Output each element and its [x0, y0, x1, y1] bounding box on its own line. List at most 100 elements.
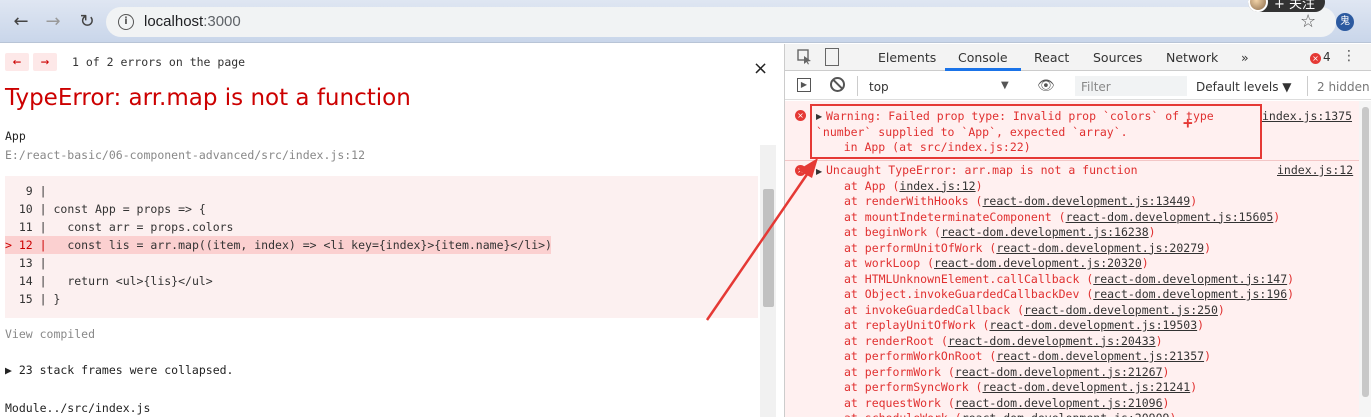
stack-frame-paren: ): [1204, 240, 1211, 255]
bookmark-star-icon[interactable]: ☆: [1300, 11, 1316, 32]
stack-frame: at requestWork (react-dom.development.js…: [844, 396, 1169, 412]
error-count-badge[interactable]: × 4: [1310, 50, 1331, 64]
stack-frame: at beginWork (react-dom.development.js:1…: [844, 225, 1156, 241]
code-line: 14 | return <ul>{lis}</ul>: [5, 272, 551, 290]
code-frame: 9 | 10 | const App = props => { 11 | con…: [5, 176, 758, 318]
file-path[interactable]: E:/react-basic/06-component-advanced/src…: [5, 148, 365, 162]
divider: [1307, 76, 1308, 96]
stack-frame-link[interactable]: react-dom.development.js:13449: [982, 194, 1190, 208]
stack-frame: at invokeGuardedCallback (react-dom.deve…: [844, 303, 1225, 319]
extension-icon[interactable]: 鬼: [1336, 13, 1354, 31]
stack-frame: at performUnitOfWork (react-dom.developm…: [844, 241, 1211, 257]
stack-frame-link[interactable]: react-dom.development.js:16238: [941, 225, 1149, 239]
stack-frame-link[interactable]: react-dom.development.js:20320: [934, 256, 1142, 270]
annotation-highlight-box: [810, 104, 1262, 159]
prev-error-button[interactable]: ←: [5, 53, 29, 71]
forward-icon[interactable]: →: [42, 11, 64, 33]
live-expression-eye-icon[interactable]: 👁: [1037, 78, 1055, 94]
url-port: :3000: [203, 13, 241, 30]
stack-frame-fn: at replayUnitOfWork: [844, 318, 976, 332]
follow-badge[interactable]: + 关注: [1248, 0, 1326, 12]
overlay-scroll-thumb[interactable]: [763, 189, 774, 307]
url-text[interactable]: localhost:3000: [144, 13, 241, 30]
tab-network[interactable]: Network: [1166, 50, 1218, 65]
line-number: 14 |: [5, 274, 47, 288]
inspect-icon[interactable]: [797, 49, 813, 65]
url-host: localhost: [144, 13, 204, 30]
tab-react[interactable]: React: [1034, 50, 1069, 65]
stack-frame-link[interactable]: react-dom.development.js:20279: [996, 241, 1204, 255]
filter-placeholder: Filter: [1081, 80, 1111, 94]
stack-frame-paren: ): [1273, 209, 1281, 224]
stack-frame: at performSyncWork (react-dom.developmen…: [844, 380, 1197, 396]
stack-frame-fn: at workLoop: [844, 256, 921, 270]
stack-frame-paren: (: [1079, 287, 1094, 301]
more-tabs-icon[interactable]: »: [1241, 50, 1249, 65]
stack-frame-paren: (: [968, 380, 983, 394]
tab-sources[interactable]: Sources: [1093, 50, 1142, 65]
clear-console-icon[interactable]: [830, 77, 845, 92]
sidebar-toggle-icon[interactable]: ▶: [797, 78, 811, 92]
stack-frame: at performWork (react-dom.development.js…: [844, 365, 1169, 381]
stack-frame: at App (index.js:12): [844, 179, 983, 195]
log-levels-select[interactable]: Default levels ▼: [1196, 80, 1292, 94]
stack-frame-paren: ): [1197, 318, 1205, 332]
back-icon[interactable]: ←: [10, 11, 32, 33]
stack-frame-link[interactable]: react-dom.development.js:250: [1024, 303, 1218, 317]
reload-icon[interactable]: ↻: [76, 11, 98, 33]
address-bar[interactable]: i localhost:3000: [106, 7, 1336, 37]
stack-frame-link[interactable]: react-dom.development.js:21096: [955, 396, 1163, 410]
module-name: Module../src/index.js: [5, 401, 151, 415]
log-separator: [785, 160, 1371, 161]
stack-frame-link[interactable]: react-dom.development.js:21267: [955, 365, 1163, 379]
device-toolbar-icon[interactable]: [825, 48, 839, 66]
line-number: 15 |: [5, 292, 47, 306]
tab-elements[interactable]: Elements: [878, 50, 936, 65]
stack-frame-link[interactable]: react-dom.development.js:196: [1093, 287, 1287, 301]
error-icon: ×: [795, 110, 806, 121]
stack-frame-fn: at renderRoot: [844, 333, 935, 348]
stack-frame-paren: (: [948, 411, 962, 417]
stack-frame-link[interactable]: react-dom.development.js:21241: [982, 380, 1190, 394]
stack-frame: at mountIndeterminateComponent (react-do…: [844, 210, 1280, 226]
stack-frame-link[interactable]: react-dom.development.js:20909: [962, 411, 1170, 417]
view-compiled-link[interactable]: View compiled: [5, 327, 95, 341]
console-log-area: × ▶ Warning: Failed prop type: Invalid p…: [785, 101, 1371, 417]
stack-frame-link[interactable]: react-dom.development.js:15605: [1066, 210, 1274, 224]
stack-frame: at performWorkOnRoot (react-dom.developm…: [844, 349, 1211, 365]
stack-frame-fn: at performUnitOfWork: [844, 240, 983, 255]
collapsed-frames-toggle[interactable]: ▶ 23 stack frames were collapsed.: [5, 363, 233, 377]
stack-frame-link[interactable]: react-dom.development.js:147: [1093, 272, 1287, 286]
line-code: const arr = props.colors: [46, 220, 234, 234]
warning-source-link[interactable]: index.js:1375: [1262, 109, 1352, 125]
context-select[interactable]: top: [869, 80, 889, 94]
follow-label: + 关注: [1274, 0, 1316, 12]
stack-frame-link[interactable]: index.js:12: [899, 179, 975, 193]
uncaught-source-link[interactable]: index.js:12: [1277, 163, 1353, 179]
line-code: const App = props => {: [46, 202, 206, 216]
expand-triangle-icon[interactable]: ▶: [816, 167, 822, 176]
close-button[interactable]: ×: [753, 58, 768, 79]
context-dropdown-icon[interactable]: ▼: [1001, 80, 1009, 91]
tab-console[interactable]: Console: [958, 50, 1008, 65]
stack-frame-paren: ): [1162, 364, 1170, 379]
line-number: 10 |: [5, 202, 47, 216]
stack-frame-link[interactable]: react-dom.development.js:20433: [948, 334, 1156, 348]
info-icon[interactable]: i: [118, 14, 134, 30]
line-code: const lis = arr.map((item, index) => <li…: [46, 238, 552, 252]
console-scroll-thumb[interactable]: [1362, 107, 1369, 397]
stack-frame-link[interactable]: react-dom.development.js:19503: [989, 318, 1197, 332]
error-overlay: ← → 1 of 2 errors on the page × TypeErro…: [0, 44, 784, 417]
more-options-icon[interactable]: ⋮: [1342, 48, 1356, 64]
stack-frame-paren: (: [975, 318, 990, 332]
error-dot-icon: ×: [1310, 53, 1321, 64]
stack-frame-fn: at Object.invokeGuardedCallbackDev: [844, 287, 1080, 301]
stack-frame-link[interactable]: react-dom.development.js:21357: [996, 349, 1204, 363]
stack-frame-paren: ): [1204, 349, 1211, 363]
stack-frame-fn: at performWork: [844, 364, 941, 379]
line-number: 11 |: [5, 220, 47, 234]
next-error-button[interactable]: →: [33, 53, 57, 71]
stack-frame-fn: at beginWork: [844, 225, 928, 239]
active-tab-indicator: [945, 68, 1021, 71]
stack-frame: at HTMLUnknownElement.callCallback (reac…: [844, 272, 1294, 288]
